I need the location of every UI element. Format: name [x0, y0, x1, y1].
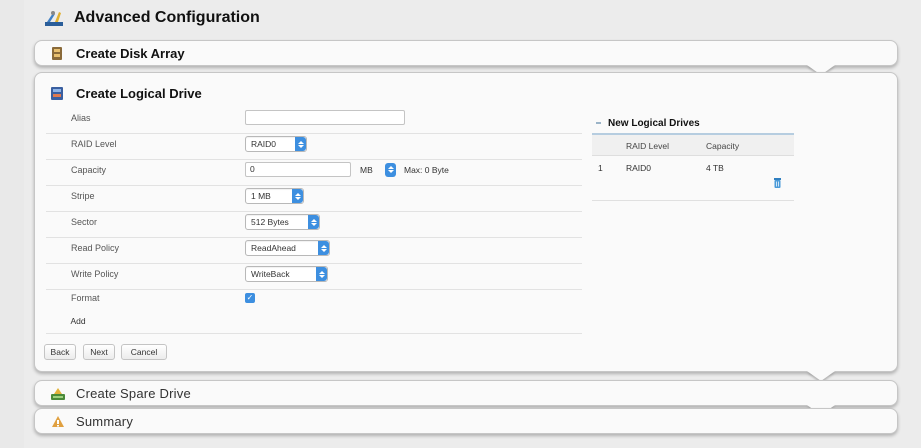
column-header-raid-level: RAID Level	[626, 141, 669, 151]
write-policy-value: WriteBack	[251, 269, 290, 279]
new-logical-drives-header: New Logical Drives	[592, 113, 794, 135]
create-logical-drive-panel: Create Logical Drive Alias RAID Level RA…	[34, 72, 898, 381]
alias-row: Alias	[46, 107, 582, 134]
read-policy-row: Read Policy ReadAhead	[46, 237, 582, 264]
create-logical-drive-label: Create Logical Drive	[76, 85, 202, 101]
row-capacity: 4 TB	[706, 163, 724, 173]
stripe-value: 1 MB	[251, 191, 271, 201]
sector-label: Sector	[71, 217, 98, 227]
wrench-screwdriver-icon	[45, 11, 63, 26]
select-arrow-icon	[295, 137, 306, 151]
create-disk-array-label: Create Disk Array	[76, 45, 185, 61]
format-label: Format	[71, 293, 100, 303]
format-row: Format ✓	[46, 289, 582, 309]
summary-label: Summary	[76, 413, 134, 429]
write-policy-select[interactable]: WriteBack	[245, 266, 328, 282]
capacity-unit-value: MB	[360, 164, 373, 175]
select-arrow-icon	[308, 215, 319, 229]
capacity-label: Capacity	[71, 165, 107, 175]
add-button[interactable]: Add	[65, 314, 91, 328]
row-raid-level: RAID0	[626, 163, 652, 173]
write-policy-row: Write Policy WriteBack	[46, 263, 582, 290]
raid-level-select[interactable]: RAID0	[245, 136, 307, 152]
capacity-input[interactable]	[245, 162, 351, 177]
trash-icon[interactable]	[773, 177, 782, 188]
spare-drive-icon	[51, 387, 65, 400]
logical-drive-icon	[51, 86, 63, 100]
capacity-row: Capacity MB Max: 0 Byte	[46, 159, 582, 186]
table-row: 1 RAID0 4 TB	[592, 156, 794, 201]
add-row: Add	[46, 309, 582, 334]
sector-select[interactable]: 512 Bytes	[245, 214, 320, 230]
page-title: Advanced Configuration	[74, 9, 260, 26]
bullet-icon	[596, 122, 601, 124]
cancel-button[interactable]: Cancel	[121, 344, 167, 360]
new-logical-drives-title: New Logical Drives	[608, 117, 700, 129]
advanced-configuration-header: Advanced Configuration	[44, 6, 260, 30]
raid-level-value: RAID0	[251, 139, 277, 149]
disk-array-icon	[52, 46, 62, 60]
write-policy-label: Write Policy	[71, 269, 119, 279]
capacity-max-label: Max: 0 Byte	[404, 164, 449, 175]
create-disk-array-header[interactable]: Create Disk Array	[50, 41, 185, 65]
summary-header[interactable]: Summary	[50, 409, 133, 433]
capacity-unit-select[interactable]: MB	[355, 162, 396, 177]
next-button[interactable]: Next	[83, 344, 115, 360]
column-header-capacity: Capacity	[706, 141, 740, 151]
read-policy-label: Read Policy	[71, 243, 120, 253]
create-logical-drive-header[interactable]: Create Logical Drive	[50, 81, 202, 105]
summary-panel[interactable]: Summary	[34, 408, 898, 434]
stripe-row: Stripe 1 MB	[46, 185, 582, 212]
row-index: 1	[598, 163, 603, 173]
read-policy-value: ReadAhead	[251, 243, 296, 253]
format-checkbox[interactable]: ✓	[245, 293, 255, 303]
table-header: RAID Level Capacity	[592, 135, 794, 156]
summary-icon	[52, 415, 64, 427]
read-policy-select[interactable]: ReadAhead	[245, 240, 330, 256]
create-disk-array-panel[interactable]: Create Disk Array	[34, 40, 898, 75]
stripe-select[interactable]: 1 MB	[245, 188, 304, 204]
new-logical-drives-section: New Logical Drives RAID Level Capacity 1…	[592, 113, 794, 201]
back-button[interactable]: Back	[44, 344, 76, 360]
create-spare-drive-label: Create Spare Drive	[76, 385, 191, 401]
stripe-label: Stripe	[71, 191, 95, 201]
sector-value: 512 Bytes	[251, 217, 289, 227]
select-arrow-icon	[316, 267, 327, 281]
create-spare-drive-panel[interactable]: Create Spare Drive	[34, 380, 898, 415]
alias-input[interactable]	[245, 110, 405, 125]
select-arrow-icon	[318, 241, 329, 255]
raid-level-row: RAID Level RAID0	[46, 133, 582, 160]
sector-row: Sector 512 Bytes	[46, 211, 582, 238]
raid-level-label: RAID Level	[71, 139, 117, 149]
alias-label: Alias	[71, 113, 91, 123]
create-spare-drive-header[interactable]: Create Spare Drive	[50, 381, 191, 405]
select-arrow-icon	[385, 162, 396, 177]
select-arrow-icon	[292, 189, 303, 203]
